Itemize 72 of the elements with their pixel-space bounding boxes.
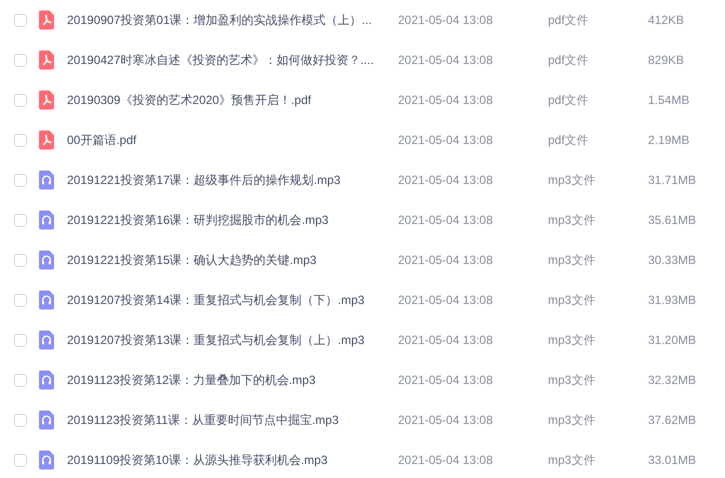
modified-date: 2021-05-04 13:08 xyxy=(398,92,494,109)
file-size: 35.61MB xyxy=(648,212,696,229)
checkbox[interactable] xyxy=(14,414,27,426)
headphones-file-icon xyxy=(38,370,55,390)
headphones-file-icon xyxy=(38,290,55,310)
file-name[interactable]: 20191221投资第17课：超级事件后的操作规划.mp3 xyxy=(67,171,398,189)
modified-date: 2021-05-04 13:08 xyxy=(398,172,494,189)
headphones-file-icon xyxy=(38,330,55,350)
checkbox[interactable] xyxy=(14,254,27,266)
file-size: 31.93MB xyxy=(648,292,696,309)
file-type: pdf文件 xyxy=(548,12,590,29)
checkbox[interactable] xyxy=(14,54,27,66)
checkbox[interactable] xyxy=(14,174,27,186)
file-size: 32.32MB xyxy=(648,372,696,389)
file-type: mp3文件 xyxy=(548,452,596,469)
headphones-file-icon xyxy=(38,450,55,470)
file-size: 31.71MB xyxy=(648,172,696,189)
headphones-file-icon xyxy=(38,170,55,190)
file-type: mp3文件 xyxy=(548,292,596,309)
checkbox[interactable] xyxy=(14,94,27,106)
modified-date: 2021-05-04 13:08 xyxy=(398,212,494,229)
file-name[interactable]: 20190309《投资的艺术2020》预售开启！.pdf xyxy=(67,91,398,109)
checkbox[interactable] xyxy=(14,294,27,306)
file-name[interactable]: 20191109投资第10课：从源头推导获利机会.mp3 xyxy=(67,451,398,469)
headphones-file-icon xyxy=(38,210,55,230)
pdf-file-icon xyxy=(38,50,55,70)
file-size: 1.54MB xyxy=(648,92,690,109)
file-size: 33.01MB xyxy=(648,452,696,469)
modified-date: 2021-05-04 13:08 xyxy=(398,412,494,429)
file-type: mp3文件 xyxy=(548,212,596,229)
file-name[interactable]: 20191221投资第16课：研判挖掘股市的机会.mp3 xyxy=(67,211,398,229)
file-name[interactable]: 20191207投资第14课：重复招式与机会复制（下）.mp3 xyxy=(67,291,398,309)
file-name[interactable]: 20191123投资第11课：从重要时间节点中掘宝.mp3 xyxy=(67,411,398,429)
modified-date: 2021-05-04 13:08 xyxy=(398,292,494,309)
file-size: 30.33MB xyxy=(648,252,696,269)
pdf-file-icon xyxy=(38,90,55,110)
modified-date: 2021-05-04 13:08 xyxy=(398,132,494,149)
file-type: mp3文件 xyxy=(548,372,596,389)
file-name[interactable]: 20191123投资第12课：力量叠加下的机会.mp3 xyxy=(67,371,398,389)
headphones-file-icon xyxy=(38,410,55,430)
modified-date: 2021-05-04 13:08 xyxy=(398,332,494,349)
file-type: pdf文件 xyxy=(548,92,590,109)
checkbox[interactable] xyxy=(14,134,27,146)
file-name[interactable]: 20190427时寒冰自述《投资的艺术》：如何做好投资？.... xyxy=(67,51,398,69)
file-type: pdf文件 xyxy=(548,52,590,69)
modified-date: 2021-05-04 13:08 xyxy=(398,252,494,269)
headphones-file-icon xyxy=(38,250,55,270)
file-type: pdf文件 xyxy=(548,132,590,149)
pdf-file-icon xyxy=(38,10,55,30)
file-size: 829KB xyxy=(648,52,684,69)
checkbox[interactable] xyxy=(14,14,27,26)
file-size: 412KB xyxy=(648,12,684,29)
checkbox[interactable] xyxy=(14,334,27,346)
file-type: mp3文件 xyxy=(548,172,596,189)
checkbox[interactable] xyxy=(14,214,27,226)
checkbox[interactable] xyxy=(14,454,27,466)
file-name[interactable]: 20191207投资第13课：重复招式与机会复制（上）.mp3 xyxy=(67,331,398,349)
pdf-file-icon xyxy=(38,130,55,150)
modified-date: 2021-05-04 13:08 xyxy=(398,12,494,29)
modified-date: 2021-05-04 13:08 xyxy=(398,52,494,69)
file-type: mp3文件 xyxy=(548,332,596,349)
file-name[interactable]: 20190907投资第01课：增加盈利的实战操作模式（上）... xyxy=(67,11,398,29)
file-size: 31.20MB xyxy=(648,332,696,349)
modified-date: 2021-05-04 13:08 xyxy=(398,372,494,389)
modified-date: 2021-05-04 13:08 xyxy=(398,452,494,469)
file-type: mp3文件 xyxy=(548,252,596,269)
file-type: mp3文件 xyxy=(548,412,596,429)
checkbox[interactable] xyxy=(14,374,27,386)
file-name[interactable]: 20191221投资第15课：确认大趋势的关键.mp3 xyxy=(67,251,398,269)
file-size: 37.62MB xyxy=(648,412,696,429)
file-size: 2.19MB xyxy=(648,132,690,149)
file-name[interactable]: 00开篇语.pdf xyxy=(67,131,398,149)
